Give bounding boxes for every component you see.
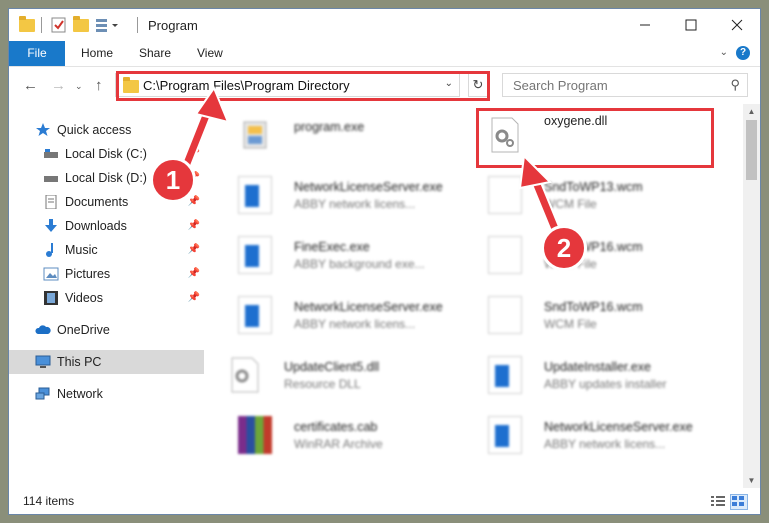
download-icon xyxy=(43,219,59,233)
videos-icon xyxy=(43,291,59,305)
nav-item-this-pc[interactable]: This PC xyxy=(9,350,204,374)
pin-icon[interactable]: 📌 xyxy=(188,292,200,303)
archive-icon xyxy=(238,416,272,454)
document-icon xyxy=(488,176,522,214)
new-folder-icon[interactable] xyxy=(73,15,89,33)
ribbon-tabs: File Home Share View ⌄ ? xyxy=(9,41,760,67)
large-icons-view-icon[interactable] xyxy=(730,494,748,510)
nav-item-downloads[interactable]: Downloads 📌 xyxy=(9,214,204,238)
tab-view[interactable]: View xyxy=(197,41,223,66)
file-item-sndtowp16[interactable]: SndToWP16.wcm WCM File xyxy=(466,290,716,340)
app-icon xyxy=(488,356,522,394)
item-count: 114 items xyxy=(23,494,75,508)
file-item-networklicenseserver[interactable]: NetworkLicenseServer.exe ABBY network li… xyxy=(466,410,716,460)
nav-item-music[interactable]: Music 📌 xyxy=(9,238,204,262)
customize-toolbar-icon[interactable] xyxy=(95,17,121,33)
search-input[interactable] xyxy=(511,77,715,94)
scroll-thumb[interactable] xyxy=(746,120,757,180)
explorer-window: Program File Home Share View ⌄ ? ← → ⌄ ↑… xyxy=(8,8,761,515)
scroll-down-icon[interactable]: ▼ xyxy=(743,473,760,489)
pin-icon[interactable]: 📌 xyxy=(188,196,200,207)
nav-item-pictures[interactable]: Pictures 📌 xyxy=(9,262,204,286)
properties-icon[interactable] xyxy=(51,17,67,33)
forward-button[interactable]: → xyxy=(51,77,66,94)
details-view-icon[interactable] xyxy=(710,494,726,508)
file-item-networklicenseserver[interactable]: NetworkLicenseServer.exe ABBY network li… xyxy=(216,290,466,340)
close-button[interactable] xyxy=(714,9,760,41)
address-highlight xyxy=(116,71,490,101)
back-button[interactable]: ← xyxy=(23,77,38,94)
search-box[interactable]: ⚲ xyxy=(502,73,748,97)
maximize-button[interactable] xyxy=(668,9,714,41)
minimize-icon xyxy=(640,24,650,26)
tab-home[interactable]: Home xyxy=(81,41,113,66)
cloud-icon xyxy=(35,323,51,337)
help-icon[interactable]: ? xyxy=(736,46,750,60)
installer-icon xyxy=(238,116,272,154)
pin-icon[interactable]: 📌 xyxy=(188,148,200,159)
file-item-networklicenseserver[interactable]: NetworkLicenseServer.exe ABBY network li… xyxy=(216,170,466,220)
vertical-scrollbar[interactable]: ▲ ▼ xyxy=(743,104,760,489)
app-icon xyxy=(238,296,272,334)
file-item-certificates-cab[interactable]: certificates.cab WinRAR Archive xyxy=(216,410,466,460)
file-item-sndtowp16[interactable]: SndToWP16.wcm WCM File xyxy=(466,230,716,280)
file-item-program-exe[interactable]: program.exe xyxy=(216,110,466,160)
status-bar: 114 items xyxy=(9,488,760,514)
document-icon xyxy=(488,236,522,274)
network-icon xyxy=(35,387,51,401)
tab-file[interactable]: File xyxy=(9,41,65,66)
tab-share[interactable]: Share xyxy=(139,41,171,66)
step-2-badge: 2 xyxy=(541,225,587,271)
folder-icon xyxy=(19,15,35,33)
documents-icon xyxy=(43,194,59,210)
up-button[interactable]: ↑ xyxy=(95,77,103,94)
file-item-updateclient5[interactable]: UpdateClient5.dll Resource DLL xyxy=(206,350,456,400)
file-item-sndtowp13[interactable]: SndToWP13.wcm WCM File xyxy=(466,170,716,220)
pin-icon[interactable]: 📌 xyxy=(188,268,200,279)
app-icon xyxy=(238,236,272,274)
title-bar: Program xyxy=(9,9,760,41)
pin-icon[interactable]: 📌 xyxy=(188,244,200,255)
nav-item-quick-access[interactable]: Quick access xyxy=(9,118,204,142)
maximize-icon xyxy=(685,19,697,31)
minimize-button[interactable] xyxy=(622,9,668,41)
file-item-fineexec[interactable]: FineExec.exe ABBY background exe... xyxy=(216,230,466,280)
pictures-icon xyxy=(43,267,59,281)
app-icon xyxy=(488,416,522,454)
file-item-updateinstaller[interactable]: UpdateInstaller.exe ABBY updates install… xyxy=(466,350,716,400)
nav-item-videos[interactable]: Videos 📌 xyxy=(9,286,204,310)
drive-icon xyxy=(43,171,59,185)
pin-icon[interactable]: 📌 xyxy=(188,220,200,231)
recent-locations-icon[interactable]: ⌄ xyxy=(75,81,83,92)
expand-ribbon-icon[interactable]: ⌄ xyxy=(720,47,728,58)
nav-item-onedrive[interactable]: OneDrive xyxy=(9,318,204,342)
nav-item-network[interactable]: Network xyxy=(9,382,204,406)
window-title: Program xyxy=(148,18,198,33)
document-icon xyxy=(488,296,522,334)
scroll-up-icon[interactable]: ▲ xyxy=(743,104,760,120)
search-icon: ⚲ xyxy=(730,77,740,92)
step-1-badge: 1 xyxy=(150,157,196,203)
computer-icon xyxy=(35,355,51,369)
drive-icon xyxy=(43,147,59,161)
app-icon xyxy=(238,176,272,214)
dll-icon xyxy=(228,356,262,394)
file-highlight xyxy=(476,108,714,168)
close-icon xyxy=(731,19,743,31)
music-icon xyxy=(43,243,59,257)
star-icon xyxy=(35,123,51,137)
